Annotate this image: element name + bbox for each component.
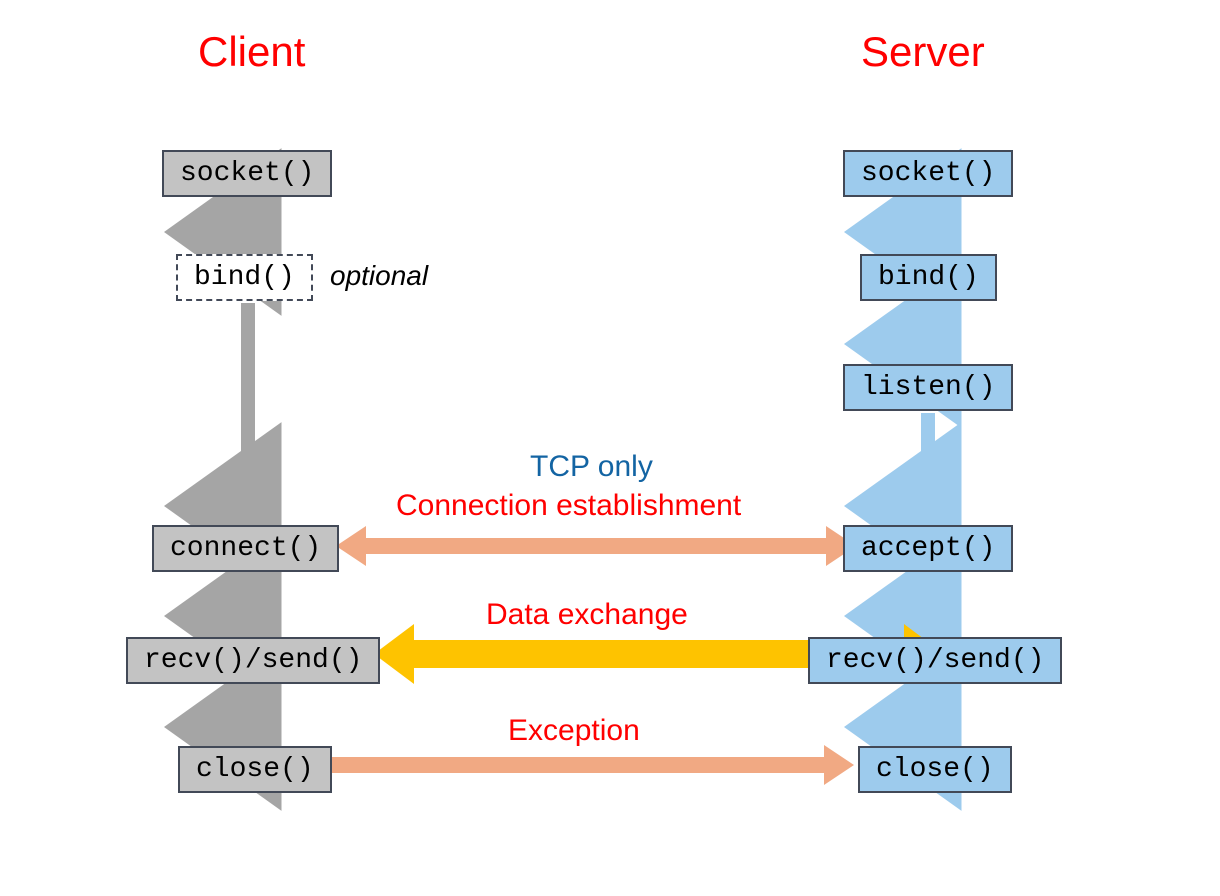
- client-connect-box: connect(): [152, 525, 339, 572]
- arrow-exception: [322, 745, 854, 785]
- client-title: Client: [198, 28, 305, 76]
- server-accept-box: accept(): [843, 525, 1013, 572]
- label-tcp-only: TCP only: [530, 450, 653, 484]
- server-bind-box: bind(): [860, 254, 997, 301]
- client-socket-box: socket(): [162, 150, 332, 197]
- label-conn-est: Connection establishment: [396, 489, 741, 523]
- client-recvsend-box: recv()/send(): [126, 637, 380, 684]
- server-recvsend-box: recv()/send(): [808, 637, 1062, 684]
- label-data-exchange: Data exchange: [486, 598, 688, 632]
- server-listen-box: listen(): [843, 364, 1013, 411]
- server-close-box: close(): [858, 746, 1012, 793]
- client-bind-note: optional: [330, 260, 428, 292]
- arrow-connection-establishment: [336, 526, 856, 566]
- server-title: Server: [861, 28, 985, 76]
- label-exception: Exception: [508, 714, 640, 748]
- server-socket-box: socket(): [843, 150, 1013, 197]
- client-close-box: close(): [178, 746, 332, 793]
- client-bind-box: bind(): [176, 254, 313, 301]
